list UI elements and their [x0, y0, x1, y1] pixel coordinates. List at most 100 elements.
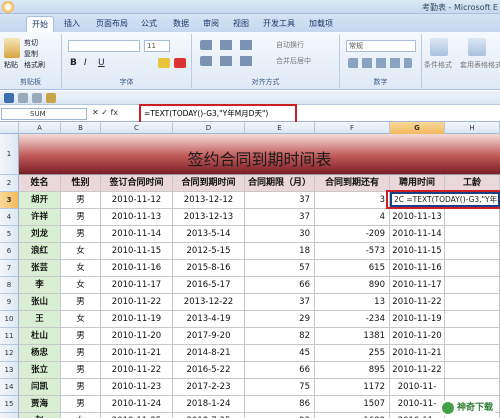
table-cell[interactable]: 2010-11-25 [101, 413, 173, 418]
table-cell[interactable]: 2010-11-21 [390, 345, 445, 362]
table-cell[interactable]: 615 [315, 260, 390, 277]
table-cell[interactable]: 2010-11-16 [101, 260, 173, 277]
table-cell[interactable]: 2010-11-14 [390, 226, 445, 243]
tab-page-layout[interactable]: 页面布局 [92, 16, 132, 32]
name-cell[interactable]: 许祥 [19, 209, 61, 226]
table-cell[interactable] [445, 328, 500, 345]
row-header[interactable]: 8 [0, 277, 19, 294]
italic-button[interactable]: I [84, 58, 87, 68]
table-cell[interactable]: 2010-11-21 [101, 345, 173, 362]
wrap-text-button[interactable]: 自动换行 [276, 40, 304, 50]
table-cell[interactable]: 895 [315, 362, 390, 379]
font-color-icon[interactable] [174, 58, 186, 68]
row-header[interactable]: 7 [0, 260, 19, 277]
table-cell[interactable]: 2010-11-13 [101, 209, 173, 226]
table-cell[interactable]: 2017-9-20 [173, 328, 245, 345]
tab-home[interactable]: 开始 [26, 16, 54, 32]
column-header-b[interactable]: B [61, 122, 101, 134]
font-name-box[interactable] [68, 40, 140, 52]
table-cell[interactable]: 女 [61, 260, 101, 277]
name-cell[interactable]: 王 [19, 311, 61, 328]
table-cell[interactable] [445, 379, 500, 396]
table-cell[interactable]: 2010-11-22 [390, 294, 445, 311]
name-box[interactable]: SUM [1, 108, 87, 120]
table-cell[interactable]: 3 [315, 192, 390, 209]
table-cell[interactable]: 2010-11- [390, 379, 445, 396]
row-header[interactable]: 14 [0, 379, 19, 396]
row-header[interactable]: 11 [0, 328, 19, 345]
table-cell[interactable] [445, 243, 500, 260]
tab-insert[interactable]: 插入 [60, 16, 84, 32]
table-cell[interactable]: 13 [315, 294, 390, 311]
table-cell[interactable]: 66 [245, 362, 315, 379]
number-format-icons[interactable] [348, 58, 412, 68]
tab-data[interactable]: 数据 [170, 16, 192, 32]
cut-button[interactable]: 剪切 [24, 38, 38, 48]
table-cell[interactable]: 66 [245, 277, 315, 294]
conditional-format-button[interactable]: 条件格式 [424, 60, 452, 70]
header-cell[interactable]: 合同到期还有 [315, 175, 390, 192]
table-cell[interactable]: 2013-12-13 [173, 209, 245, 226]
table-cell[interactable]: 2010-11-19 [390, 311, 445, 328]
table-cell[interactable]: 2018-1-24 [173, 396, 245, 413]
save-icon[interactable] [4, 93, 14, 103]
fill-color-icon[interactable] [158, 58, 170, 68]
row-header[interactable]: 9 [0, 294, 19, 311]
table-cell[interactable]: 2010-11- [390, 413, 445, 418]
table-cell[interactable]: 37 [245, 209, 315, 226]
table-cell[interactable]: 男 [61, 226, 101, 243]
table-cell[interactable]: 2010-11-14 [101, 226, 173, 243]
table-cell[interactable]: 2010-11-17 [101, 277, 173, 294]
row-header[interactable]: 10 [0, 311, 19, 328]
table-cell[interactable]: 18 [245, 243, 315, 260]
format-table-icon[interactable] [468, 38, 486, 56]
table-cell[interactable]: 2010-11-15 [390, 243, 445, 260]
name-cell[interactable]: 杨忠 [19, 345, 61, 362]
table-cell[interactable] [445, 362, 500, 379]
underline-button[interactable]: U [98, 58, 105, 68]
conditional-format-icon[interactable] [430, 38, 448, 56]
table-cell[interactable]: 2010-11-20 [390, 328, 445, 345]
table-cell[interactable]: 2010-11-19 [101, 311, 173, 328]
table-cell[interactable] [445, 277, 500, 294]
table-cell[interactable]: 2010-11-15 [101, 243, 173, 260]
table-cell[interactable]: 75 [245, 379, 315, 396]
table-cell[interactable]: 女 [61, 311, 101, 328]
table-cell[interactable]: 2010-11-22 [390, 362, 445, 379]
merge-center-button[interactable]: 合并后居中 [276, 56, 311, 66]
table-cell[interactable] [445, 226, 500, 243]
table-cell[interactable]: 2010-11-24 [101, 396, 173, 413]
table-cell[interactable]: 255 [315, 345, 390, 362]
column-header-d[interactable]: D [173, 122, 245, 134]
table-cell[interactable]: 2010-11-23 [101, 379, 173, 396]
paste-button[interactable]: 粘贴 [4, 60, 18, 70]
table-cell[interactable]: -209 [315, 226, 390, 243]
tab-review[interactable]: 审阅 [200, 16, 222, 32]
table-cell[interactable]: 1172 [315, 379, 390, 396]
table-cell[interactable]: 2017-2-23 [173, 379, 245, 396]
table-cell[interactable]: 2018-7-25 [173, 413, 245, 418]
table-cell[interactable]: 1507 [315, 396, 390, 413]
table-cell[interactable]: 2016-5-17 [173, 277, 245, 294]
format-painter-button[interactable]: 格式刷 [24, 60, 45, 70]
table-cell[interactable]: 2010-11-17 [390, 277, 445, 294]
table-cell[interactable]: 890 [315, 277, 390, 294]
align-icons[interactable] [200, 40, 260, 50]
fx-buttons[interactable]: ✕ ✓ fx [92, 108, 118, 117]
header-cell[interactable]: 合同期限（月） [245, 175, 315, 192]
table-cell[interactable]: 女 [61, 243, 101, 260]
table-cell[interactable]: 女 [61, 413, 101, 418]
open-icon[interactable] [46, 93, 56, 103]
table-cell[interactable]: 1689 [315, 413, 390, 418]
table-cell[interactable]: -234 [315, 311, 390, 328]
table-cell[interactable]: 2013-4-19 [173, 311, 245, 328]
name-cell[interactable]: 张芸 [19, 260, 61, 277]
table-cell[interactable]: 92 [245, 413, 315, 418]
table-cell[interactable]: 男 [61, 294, 101, 311]
font-size-box[interactable]: 11 [144, 40, 170, 52]
table-cell[interactable]: 2012-5-15 [173, 243, 245, 260]
table-cell[interactable] [445, 345, 500, 362]
table-cell[interactable]: 2013-12-12 [173, 192, 245, 209]
header-cell[interactable]: 性别 [61, 175, 101, 192]
name-cell[interactable]: 李 [19, 277, 61, 294]
